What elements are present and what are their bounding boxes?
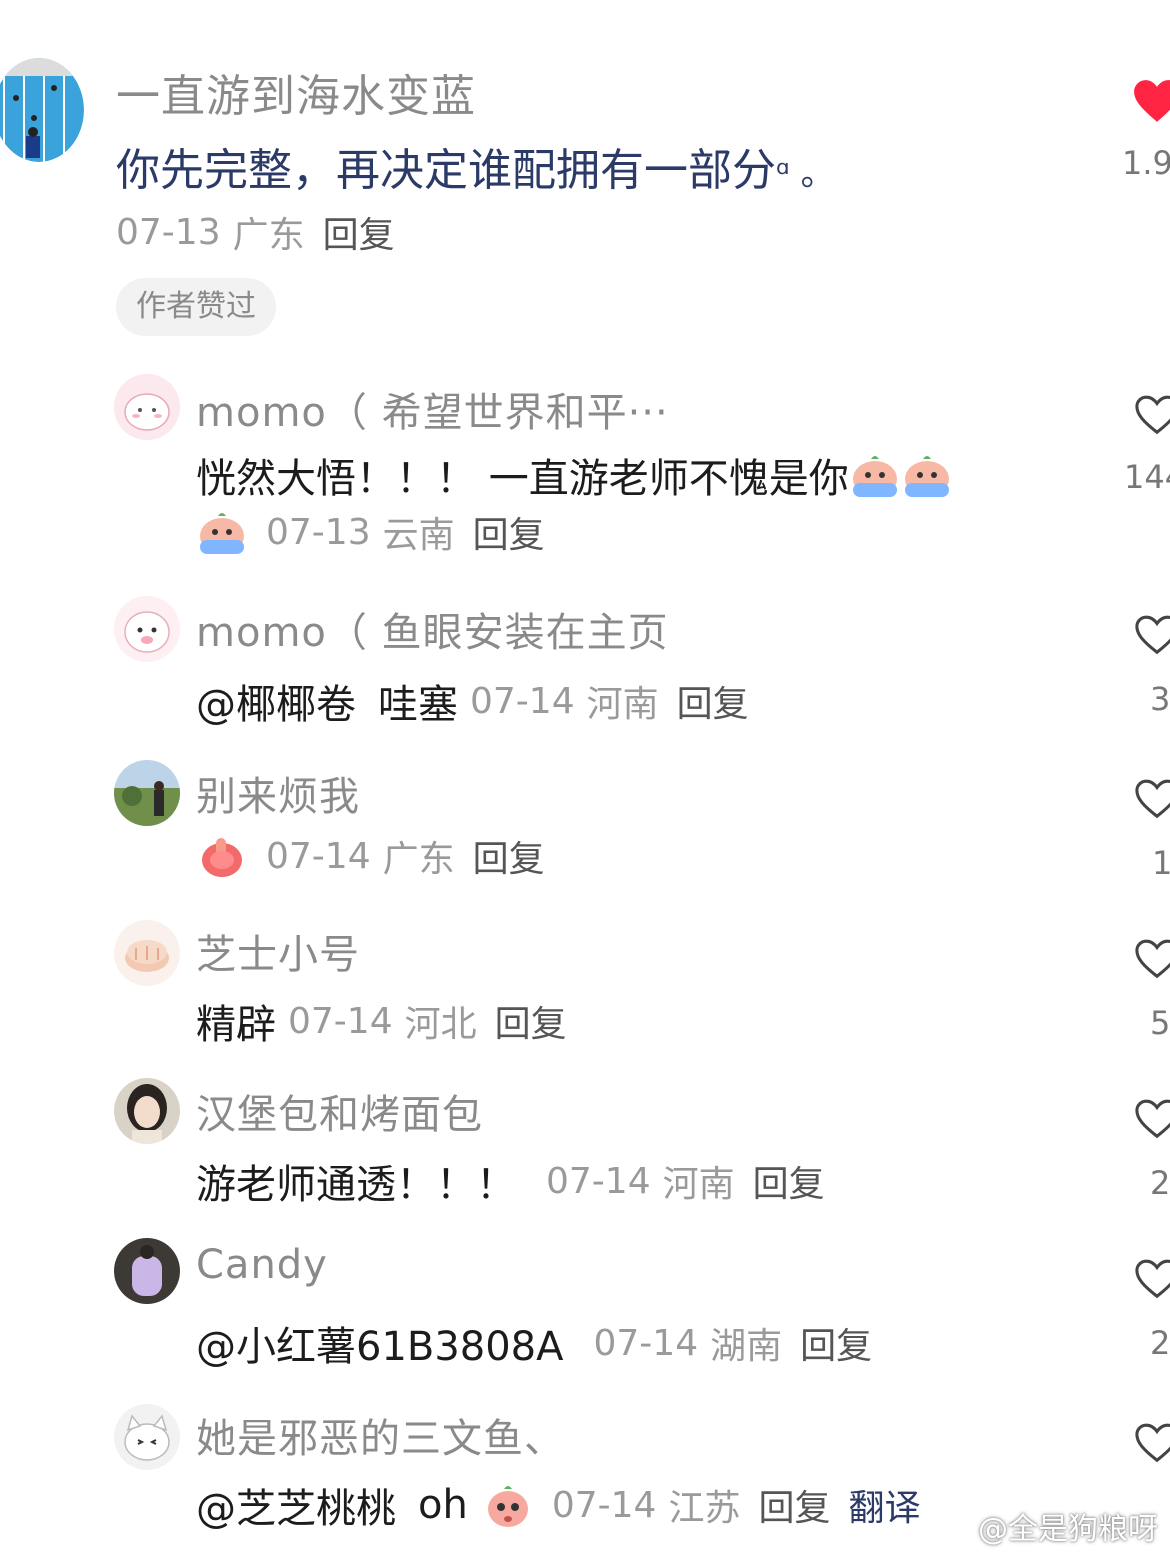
reply-3-location: 广东 [382,839,455,880]
reply-7-mention[interactable]: @芝芝桃桃 [196,1476,396,1534]
reply-2-like-count: 3 [1150,680,1170,718]
heart-outline-icon [1135,395,1170,435]
reply-4-like-button[interactable] [1134,936,1170,982]
reply-7-date: 07-14 [551,1484,657,1526]
reply-7-avatar[interactable] [114,1404,180,1470]
author-liked-badge: 作者赞过 [116,278,276,336]
reply-7-reply-button[interactable]: 回复 [758,1479,830,1531]
heart-outline-icon [1135,779,1170,819]
reply-2-date: 07-14 [470,680,575,722]
weibo-watermark: @全是狗粮呀 [978,1512,1158,1547]
reply-7-location: 江苏 [668,1488,741,1529]
reply-6-location: 湖南 [710,1326,783,1367]
heart-outline-icon [1135,615,1170,655]
reply-6-avatar[interactable] [114,1238,180,1304]
reply-6-text-row: @小红薯61B3808A 07-14 湖南 回复 [196,1314,872,1372]
purple-jacket-avatar-image [114,1238,180,1304]
reply-2-author[interactable]: momo（ 鱼眼安装在主页 [196,600,669,658]
reply-6-author[interactable]: Candy [196,1242,328,1288]
reply-1-location: 云南 [382,515,455,556]
reply-3-like-button[interactable] [1134,776,1170,822]
reply-4-avatar[interactable] [114,920,180,986]
reply-3-author[interactable]: 别来烦我 [196,764,360,822]
heart-filled-icon [1134,80,1170,122]
reply-5-reply-button[interactable]: 回复 [753,1155,825,1207]
crying-peach-emoji [849,449,901,501]
thumbs-up-peach-emoji [196,830,248,882]
reply-3-like-count: 1 [1152,844,1170,882]
reply-2-text-row: @椰椰卷 哇塞 07-14 河南 回复 [196,672,749,730]
reply-5-text-row: 游老师通透！！！ 07-14 河南 回复 [196,1152,825,1210]
reply-1-text-row: 恍然大悟！！！ 一直游老师不愧是你 [196,446,953,504]
reply-2-avatar[interactable] [114,596,180,662]
reply-7-text-row: @芝芝桃桃 oh 07-14 江苏 回复 翻译 [196,1476,920,1534]
cute-blob-avatar-image [114,374,180,440]
reply-5-author[interactable]: 汉堡包和烤面包 [196,1082,483,1140]
reply-6-like-count: 2 [1150,1324,1170,1362]
girl-photo-avatar-image [114,1078,180,1144]
reply-4-text: 精辟 [196,1002,276,1048]
crying-peach-emoji [901,449,953,501]
landscape-photo-avatar-image [114,760,180,826]
reply-1-like-count: 144 [1124,458,1170,496]
reply-5-date: 07-14 [546,1160,651,1202]
reply-2-location: 河南 [586,684,659,725]
bread-avatar-image [114,920,180,986]
heart-outline-icon [1135,939,1170,979]
reply-2-text: 哇塞 [378,682,458,728]
reply-3-reply-button[interactable]: 回复 [473,830,545,882]
reply-7-translate-button[interactable]: 翻译 [848,1479,920,1531]
reply-5-text: 游老师通透！！！ [196,1162,516,1208]
main-comment-location: 广东 [232,215,305,256]
reply-4-author[interactable]: 芝士小号 [196,922,360,980]
reply-2-mention[interactable]: @椰椰卷 [196,672,356,730]
main-comment-like-button[interactable] [1132,76,1170,126]
reply-2-like-button[interactable] [1134,612,1170,658]
reply-6-date: 07-14 [593,1322,699,1364]
main-comment-text-content: 你先完整，再决定谁配拥有一部分 [116,145,776,196]
main-comment-avatar[interactable] [0,58,84,162]
reply-5-avatar[interactable] [114,1078,180,1144]
reply-6-reply-button[interactable]: 回复 [800,1317,872,1369]
white-cat-avatar-image [114,1404,180,1470]
reply-6-mention[interactable]: @小红薯61B3808A [196,1314,564,1372]
pool-swimmer-avatar-image [0,58,84,162]
main-comment-reply-button[interactable]: 回复 [323,206,395,258]
heart-outline-icon [1135,1423,1170,1463]
bunny-avatar-image [114,596,180,662]
main-comment-author[interactable]: 一直游到海水变蓝 [116,60,476,124]
reply-1-text: 恍然大悟！！！ 一直游老师不愧是你 [196,456,849,502]
reply-4-date: 07-14 [288,1000,393,1042]
reply-4-like-count: 5 [1150,1004,1170,1042]
reply-1-reply-button[interactable]: 回复 [473,506,545,558]
shocked-peach-emoji [482,1479,534,1531]
reply-1-author[interactable]: momo（ 希望世界和平··· [196,380,669,438]
reply-2-reply-button[interactable]: 回复 [677,675,749,727]
main-comment-text-suffix: ᵅ 。 [776,154,835,194]
heart-outline-icon [1135,1259,1170,1299]
reply-6-like-button[interactable] [1134,1256,1170,1302]
reply-5-like-button[interactable] [1134,1096,1170,1142]
reply-5-like-count: 2 [1150,1164,1170,1202]
reply-4-text-row: 精辟 07-14 河北 回复 [196,992,567,1050]
reply-1-date: 07-13 [266,511,371,553]
reply-7-text: oh [418,1482,468,1528]
reply-1-avatar[interactable] [114,374,180,440]
heart-outline-icon [1135,1099,1170,1139]
reply-1-like-button[interactable] [1134,392,1170,438]
main-comment-date: 07-13 [116,211,221,253]
reply-3-avatar[interactable] [114,760,180,826]
reply-3-date: 07-14 [266,835,371,877]
reply-7-author[interactable]: 她是邪恶的三文鱼、 [196,1406,565,1464]
main-comment-meta: 07-13 广东 回复 [116,206,395,258]
main-comment-text: 你先完整，再决定谁配拥有一部分ᵅ 。 [116,134,835,198]
reply-3-meta: 07-14 广东 回复 [196,830,545,882]
reply-4-location: 河北 [404,1004,477,1045]
reply-4-reply-button[interactable]: 回复 [495,995,567,1047]
reply-1-meta: 07-13 云南 回复 [196,506,545,558]
main-comment-like-count: 1.9 [1122,144,1170,182]
crying-peach-emoji [196,506,248,558]
reply-7-like-button[interactable] [1134,1420,1170,1466]
reply-5-location: 河南 [662,1164,735,1205]
